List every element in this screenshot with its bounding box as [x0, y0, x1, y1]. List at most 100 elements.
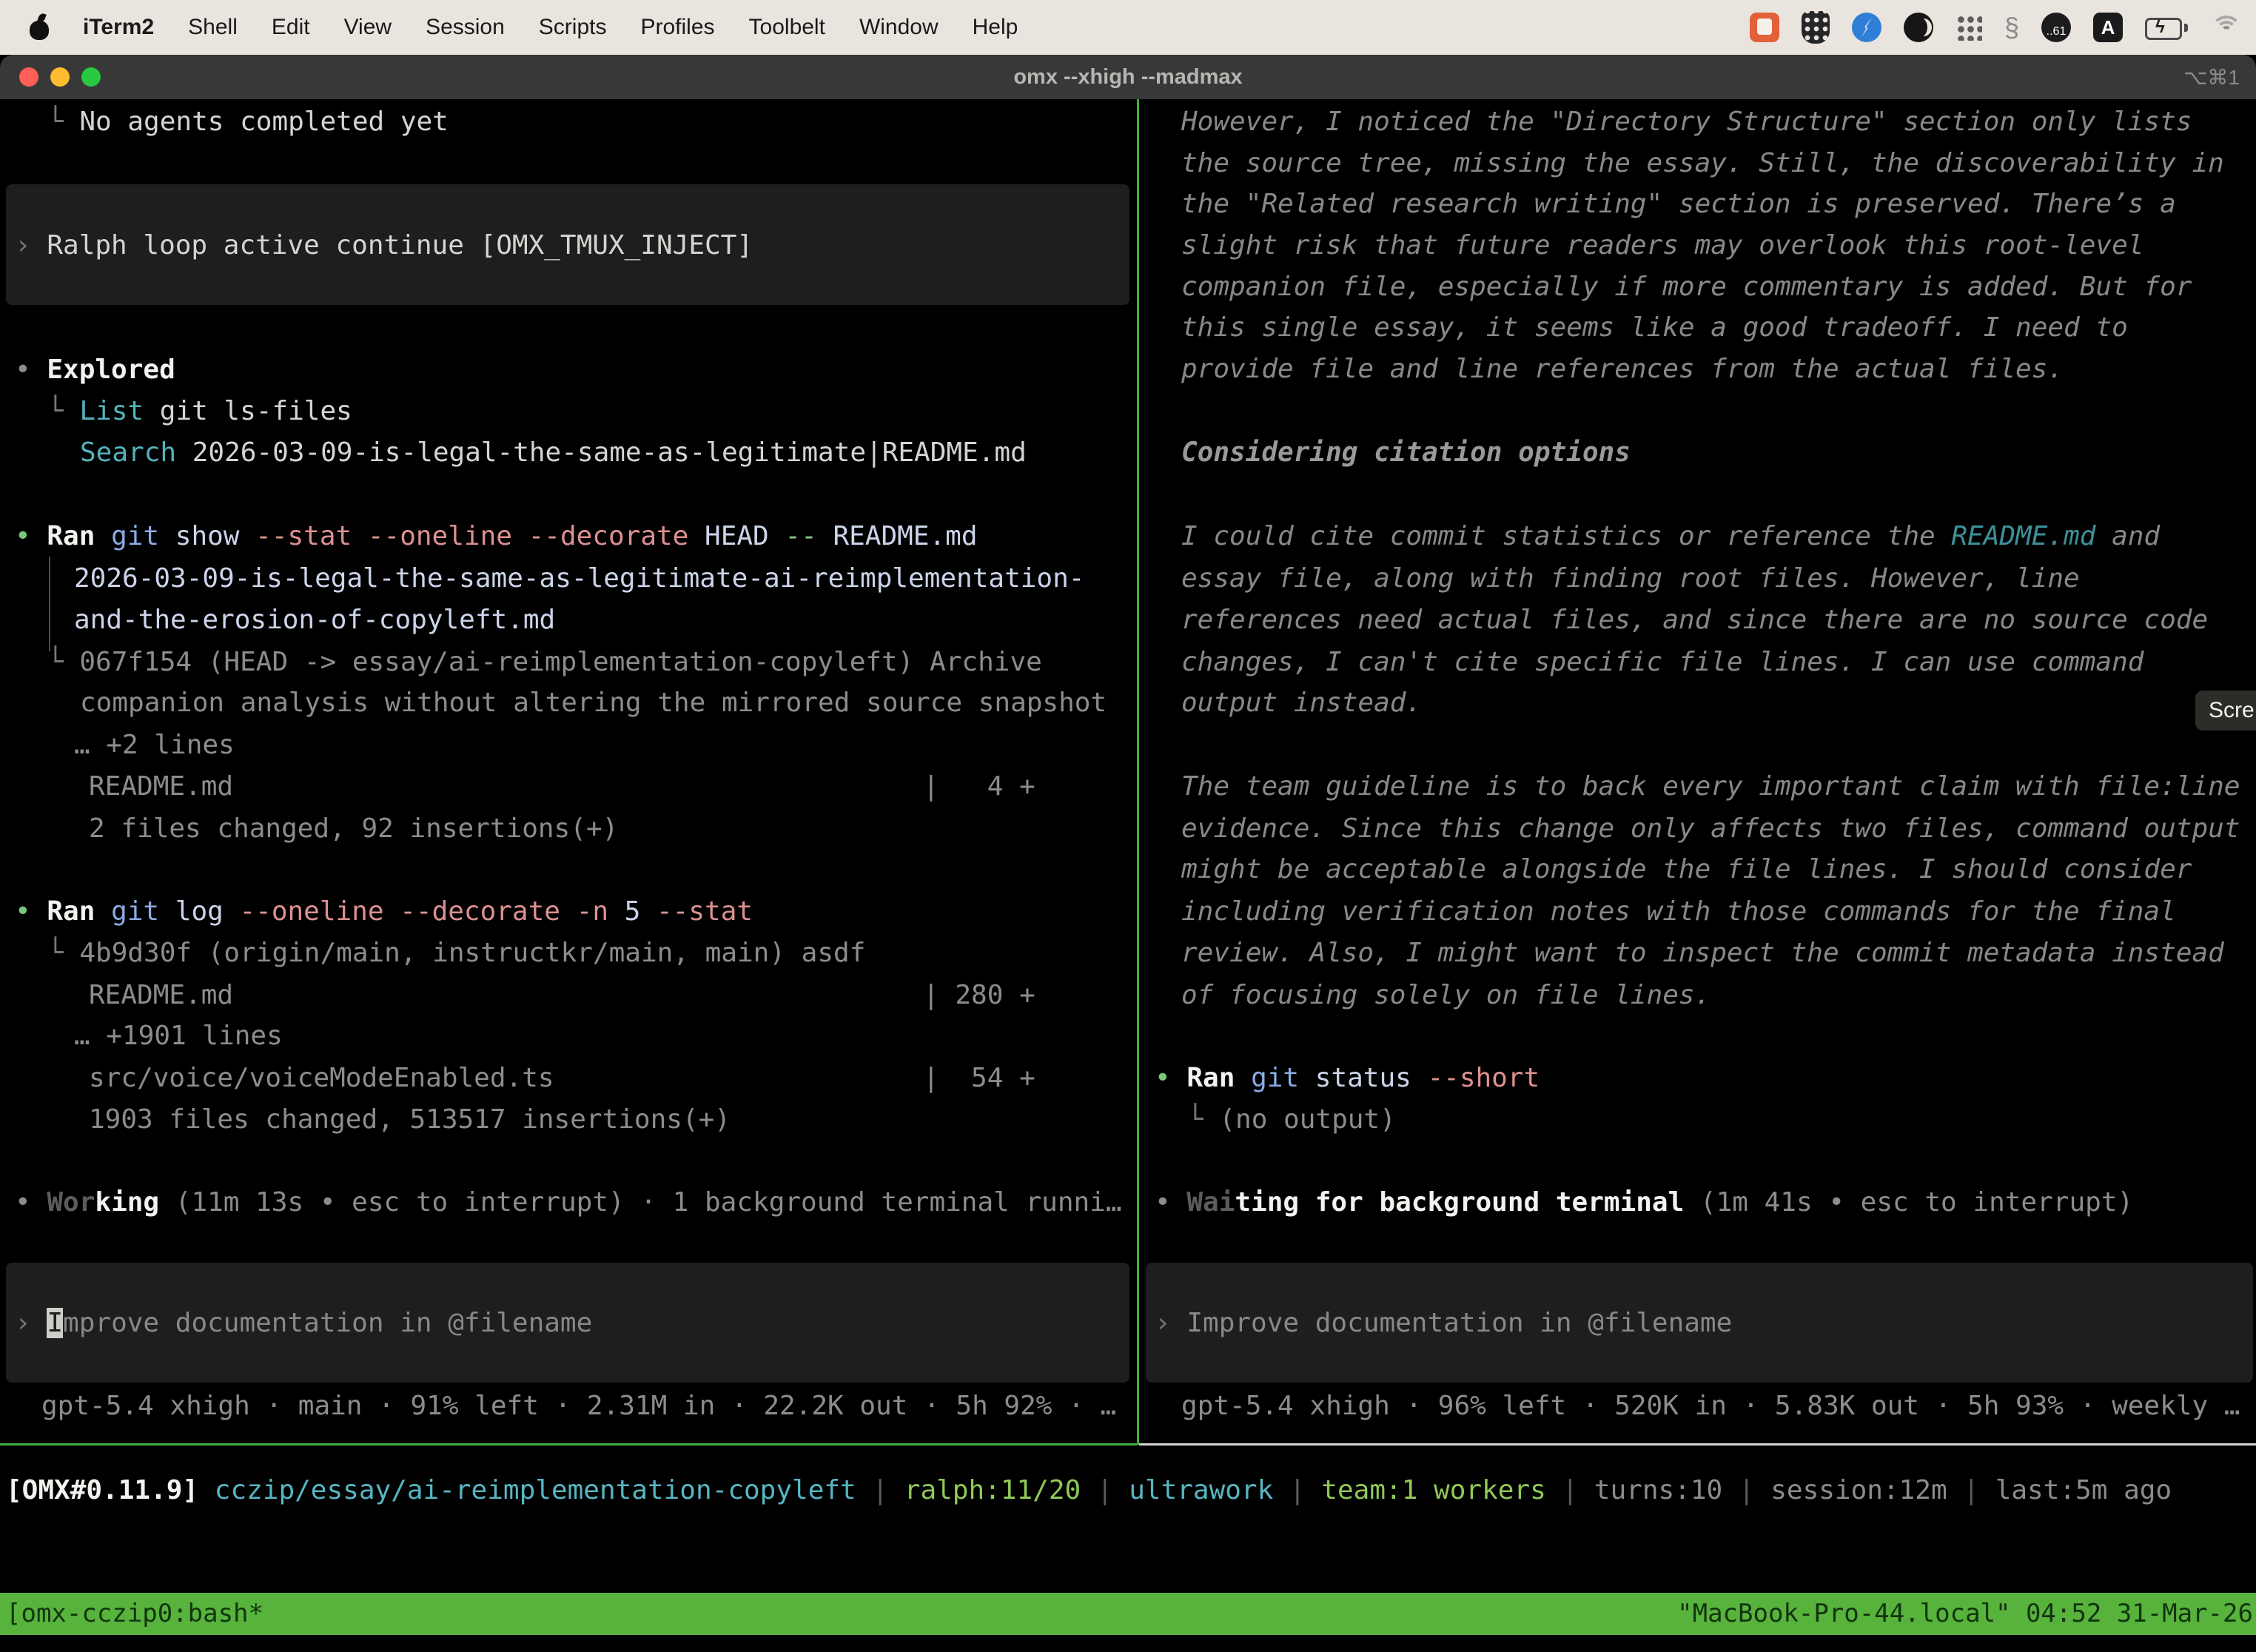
menu-item-help[interactable]: Help: [973, 15, 1018, 40]
text-segment: gpt-5.4 xhigh · main · 91% left · 2.31M …: [41, 1391, 1116, 1421]
text-segment: The team guideline is to back every impo…: [1181, 771, 2240, 802]
text-segment: Ran: [1186, 1063, 1251, 1093]
text-segment: --stat: [255, 521, 368, 551]
text-segment: provide file and line references from th…: [1181, 354, 2064, 384]
text-segment: Considering citation options: [1181, 437, 1631, 468]
prompt-input-line[interactable]: › Improve documentation in @filename: [1155, 1303, 1732, 1344]
text-segment: (1m 41s • esc to interrupt): [1684, 1187, 2133, 1218]
text-segment: git: [111, 521, 175, 551]
reasoning-text: review. Also, I might want to inspect th…: [1181, 933, 2224, 974]
text-segment: (no output): [1219, 1104, 1395, 1135]
menu-item-toolbelt[interactable]: Toolbelt: [749, 15, 825, 40]
text-segment: src/voice/voiceModeEnabled.ts | 54 +: [89, 1063, 1035, 1093]
command-arg-wrap: and-the-erosion-of-copyleft.md: [74, 600, 555, 641]
menu-item-session[interactable]: Session: [426, 15, 505, 40]
apple-menu-icon[interactable]: [28, 15, 50, 40]
ralph-loop-line: › Ralph loop active continue [OMX_TMUX_I…: [15, 225, 753, 266]
text-segment: ›: [15, 230, 47, 261]
text-segment: └: [47, 647, 79, 677]
text-segment: |: [1562, 1475, 1594, 1505]
crescent-icon[interactable]: [1904, 13, 1933, 42]
text-segment: Ran: [47, 521, 111, 551]
squiggle-icon[interactable]: §: [2004, 13, 2019, 42]
text-segment: ›: [15, 1308, 47, 1338]
text-segment: └: [47, 938, 79, 968]
text-segment: 2 files changed, 92 insertions(+): [89, 813, 618, 844]
agents-status-line: └ No agents completed yet: [47, 101, 449, 143]
text-segment: --stat: [657, 896, 753, 927]
text-segment: 1903 files changed, 513517 insertions(+): [89, 1104, 731, 1135]
text-segment: might be acceptable alongside the file l…: [1181, 854, 2192, 884]
reasoning-text: changes, I can't cite specific file line…: [1181, 642, 2143, 683]
menu-item-shell[interactable]: Shell: [188, 15, 238, 40]
text-segment: references need actual files, and since …: [1181, 605, 2208, 635]
command-output: src/voice/voiceModeEnabled.ts | 54 +: [89, 1058, 1035, 1099]
text-segment: changes, I can't cite specific file line…: [1181, 647, 2143, 677]
ran-git-status-line: • Ran git status --short: [1155, 1058, 1540, 1099]
text-segment: and: [2095, 521, 2160, 551]
reasoning-text: this single essay, it seems like a good …: [1181, 307, 2128, 349]
count-badge-icon[interactable]: ..61: [2041, 13, 2071, 42]
terminal-window: └ No agents completed yet › Ralph loop ac…: [0, 0, 2256, 1652]
battery-icon[interactable]: ϟ: [2145, 16, 2188, 38]
pane-divider[interactable]: [1137, 99, 1139, 1445]
menu-item-scripts[interactable]: Scripts: [539, 15, 607, 40]
text-segment: team:1 workers: [1321, 1475, 1562, 1505]
left-terminal-pane[interactable]: └ No agents completed yet › Ralph loop ac…: [0, 0, 1137, 1652]
reasoning-text: The team guideline is to back every impo…: [1181, 766, 2240, 807]
text-segment: 5: [625, 896, 657, 927]
text-segment: last:5m ago: [1995, 1475, 2172, 1505]
text-segment: turns:10: [1594, 1475, 1739, 1505]
command-output: └ 067f154 (HEAD -> essay/ai-reimplementa…: [47, 642, 1042, 683]
text-segment: •: [15, 355, 47, 385]
text-segment: Wai: [1186, 1187, 1235, 1218]
blue-bolt-badge-icon[interactable]: [1852, 13, 1881, 42]
chat-app-icon[interactable]: [1750, 13, 1779, 42]
working-status-line: • Working (11m 13s • esc to interrupt) ·…: [15, 1182, 1122, 1223]
explored-list-line: └ List git ls-files: [47, 391, 352, 432]
reasoning-text: references need actual files, and since …: [1181, 600, 2208, 641]
text-segment: -n: [577, 896, 625, 927]
text-segment: |: [872, 1475, 904, 1505]
menu-item-edit[interactable]: Edit: [272, 15, 310, 40]
session-status-line: gpt-5.4 xhigh · 96% left · 520K in · 5.8…: [1181, 1386, 2240, 1427]
text-segment: Ralph loop active continue [OMX_TMUX_INJ…: [47, 230, 753, 261]
window-titlebar[interactable]: omx --xhigh --madmax ⌥⌘1: [0, 55, 2256, 99]
a-badge-icon[interactable]: A: [2093, 13, 2123, 42]
text-segment: output instead.: [1181, 688, 1422, 718]
text-segment: └: [1187, 1104, 1219, 1135]
menu-item-profiles[interactable]: Profiles: [640, 15, 714, 40]
text-segment: ›: [1155, 1308, 1186, 1338]
wifi-icon[interactable]: [2210, 16, 2241, 39]
waiting-status-line: • Waiting for background terminal (1m 41…: [1155, 1182, 2133, 1223]
text-segment: |: [1963, 1475, 1995, 1505]
reasoning-text: However, I noticed the "Directory Struct…: [1181, 101, 2192, 143]
ran-git-log-line: • Ran git log --oneline --decorate -n 5 …: [15, 891, 753, 933]
window-shortcut-hint: ⌥⌘1: [2183, 65, 2240, 90]
text-segment: --decorate: [400, 896, 576, 927]
menu-item-view[interactable]: View: [344, 15, 392, 40]
menu-item-window[interactable]: Window: [859, 15, 939, 40]
menu-item-iterm2[interactable]: iTerm2: [83, 15, 154, 40]
right-terminal-pane[interactable]: However, I noticed the "Directory Struct…: [1140, 0, 2256, 1652]
text-segment: •: [15, 896, 47, 927]
text-segment: companion file, especially if more comme…: [1181, 272, 2192, 302]
screen-share-overlay[interactable]: Scre: [2195, 691, 2256, 731]
prompt-input-line[interactable]: › Improve documentation in @filename: [15, 1303, 592, 1344]
tmux-host-clock: "MacBook-Pro-44.local" 04:52 31-Mar-26: [1677, 1593, 2253, 1635]
text-segment: review. Also, I might want to inspect th…: [1181, 938, 2224, 968]
reasoning-text: evidence. Since this change only affects…: [1181, 808, 2240, 850]
text-segment: •: [1155, 1063, 1186, 1093]
tmux-session-label: [omx-cczip0:bash*: [6, 1593, 263, 1635]
keypad-shield-icon[interactable]: [1802, 11, 1830, 44]
dots-grid-icon[interactable]: [1955, 14, 1982, 41]
text-segment: git: [111, 896, 175, 927]
reasoning-text: the source tree, missing the essay. Stil…: [1181, 143, 2224, 184]
window-title: omx --xhigh --madmax: [0, 65, 2256, 90]
reasoning-text: including verification notes with those …: [1181, 891, 2176, 933]
tmux-status-bar: [omx-cczip0:bash* "MacBook-Pro-44.local"…: [0, 1593, 2256, 1635]
text-segment: gpt-5.4 xhigh · 96% left · 520K in · 5.8…: [1181, 1391, 2240, 1421]
text-segment: companion analysis without altering the …: [80, 688, 1107, 718]
reasoning-text: essay file, along with finding root file…: [1181, 558, 2080, 600]
text-segment: cczip/essay/ai-reimplementation-copyleft: [215, 1475, 873, 1505]
